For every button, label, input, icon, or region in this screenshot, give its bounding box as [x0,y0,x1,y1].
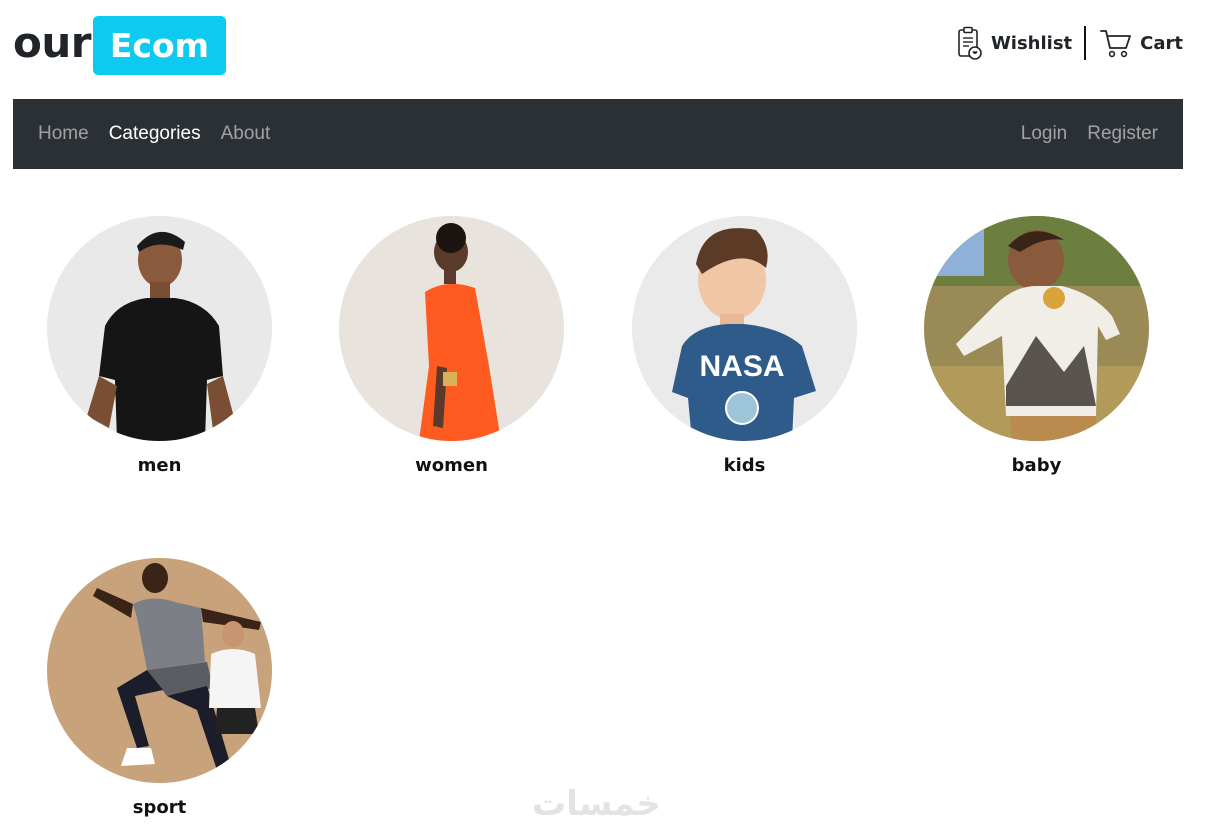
main-navbar: Home Categories About Login Register [13,99,1183,169]
category-card-baby[interactable]: baby [924,216,1149,476]
category-image-women [339,216,564,441]
category-card-kids[interactable]: NASA kids [632,216,857,476]
category-label-baby: baby [1011,455,1062,476]
site-logo[interactable]: our Ecom [13,15,226,75]
logo-badge: Ecom [92,15,226,75]
category-image-kids: NASA [632,216,857,441]
cart-link[interactable]: Cart [1100,28,1183,58]
category-card-women[interactable]: women [339,216,564,476]
svg-text:NASA: NASA [699,350,784,383]
nav-home[interactable]: Home [38,123,89,145]
nav-categories[interactable]: Categories [109,123,201,145]
nav-about[interactable]: About [221,123,271,145]
watermark: خمسات [532,784,661,824]
category-label-sport: sport [132,797,187,818]
header-actions: Wishlist Cart [957,24,1183,62]
header-divider [1084,26,1087,60]
logo-prefix: our [13,18,91,67]
wishlist-label: Wishlist [990,32,1073,54]
nav-register[interactable]: Register [1087,123,1158,145]
category-card-sport[interactable]: sport [47,558,272,818]
cart-icon [1100,28,1132,58]
category-image-sport [47,558,272,783]
category-image-men [47,216,272,441]
category-label-women: women [415,455,488,476]
category-label-men: men [137,455,182,476]
category-card-men[interactable]: men [47,216,272,476]
wishlist-icon [957,26,983,60]
page: our Ecom Wishlist Cart Home Categories A… [0,0,1210,836]
nav-right: Login Register [1001,123,1158,145]
site-header: our Ecom Wishlist Cart [13,0,1183,99]
cart-label: Cart [1140,32,1183,54]
category-image-baby [924,216,1149,441]
wishlist-link[interactable]: Wishlist [957,26,1072,60]
nav-login[interactable]: Login [1021,123,1068,145]
nav-left: Home Categories About [38,123,290,145]
category-label-kids: kids [723,455,766,476]
